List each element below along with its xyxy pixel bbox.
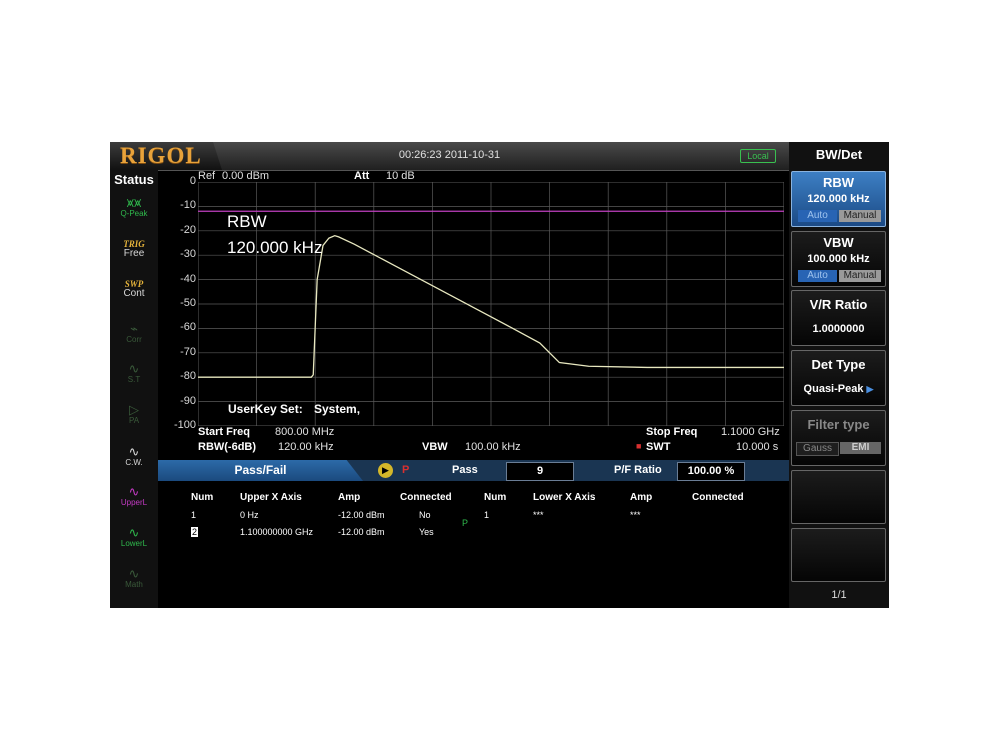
swt-label: SWT <box>646 441 671 453</box>
tracking-wave-icon: ∿ <box>128 361 140 376</box>
filter-type-softkey[interactable]: Filter type Gauss EMI <box>791 410 886 466</box>
col-upper-connected: Connected <box>400 492 452 503</box>
upper-row-2-num[interactable]: 2 <box>191 527 199 537</box>
vbw-softkey[interactable]: VBW 100.000 kHz Auto Manual <box>791 231 886 287</box>
lower-row-1-x[interactable]: *** <box>533 510 544 520</box>
pf-ratio-label: P/F Ratio <box>614 464 662 476</box>
status-detector: ⩙⩙ Q-Peak <box>110 196 158 218</box>
pass-fail-marker: P <box>402 464 410 476</box>
upper-row-2-connected[interactable]: Yes <box>419 527 434 537</box>
lower-limit-wave-icon: ∿ <box>128 525 140 540</box>
blank-softkey-1[interactable] <box>791 470 886 524</box>
date-time: 00:26:23 2011-10-31 <box>398 149 501 161</box>
y-tick-label: -80 <box>180 370 196 383</box>
upper-row-2-x[interactable]: 1.100000000 GHz <box>240 527 313 537</box>
upper-row-2-amp[interactable]: -12.00 dBm <box>338 527 385 537</box>
y-tick-label: -10 <box>180 199 196 212</box>
swt-value: 10.000 s <box>736 441 779 453</box>
top-bar: RIGOL 00:26:23 2011-10-31 Local <box>110 142 789 171</box>
lower-row-1-num[interactable]: 1 <box>484 510 489 520</box>
rbw-auto-option[interactable]: Auto <box>798 210 837 222</box>
rbw-overlay-label: RBW <box>227 212 267 231</box>
upper-limit-wave-icon: ∿ <box>128 484 140 499</box>
local-indicator: Local <box>740 149 776 163</box>
col-upper-amp: Amp <box>338 492 361 503</box>
filter-emi-option[interactable]: EMI <box>840 442 881 454</box>
col-lower-num: Num <box>484 492 507 503</box>
softkey-panel: BW/Det RBW 120.000 kHz Auto Manual VBW 1… <box>789 142 889 608</box>
vr-ratio-softkey[interactable]: V/R Ratio 1.0000000 <box>791 290 886 346</box>
filter-gauss-option[interactable]: Gauss <box>796 442 839 456</box>
cw-wave-icon: ∿ <box>128 444 140 459</box>
status-math: ∿ Math <box>110 567 158 589</box>
upper-row-1-num[interactable]: 1 <box>191 510 196 520</box>
start-freq-value: 800.00 MHz <box>275 426 335 438</box>
status-column: Status ⩙⩙ Q-Peak TRIG Free SWP Cont ⌁ Co… <box>110 170 158 608</box>
userkey-label: UserKey Set: <box>228 402 303 416</box>
y-tick-label: -60 <box>180 321 196 334</box>
ref-value: 0.00 dBm <box>222 170 270 182</box>
col-lower-x: Lower X Axis <box>533 492 596 503</box>
y-tick-label: -50 <box>180 297 196 309</box>
status-cw: ∿ C.W. <box>110 445 158 467</box>
correction-icon: ⌁ <box>130 321 138 336</box>
upper-row-1-amp[interactable]: -12.00 dBm <box>338 510 385 520</box>
col-lower-connected: Connected <box>692 492 744 503</box>
pass-fail-title: Pass/Fail <box>158 460 363 481</box>
pass-label: Pass <box>452 464 478 476</box>
analyzer-screen: RIGOL 00:26:23 2011-10-31 Local Status ⩙… <box>110 142 889 608</box>
status-lower-limit: ∿ LowerL <box>110 526 158 548</box>
detector-waveform-icon: ⩙⩙ <box>126 195 142 210</box>
vbw-manual-option[interactable]: Manual <box>839 270 881 282</box>
rbw6-label: RBW(-6dB) <box>198 441 257 453</box>
rbw6-value: 120.00 kHz <box>278 441 334 453</box>
blank-softkey-2[interactable] <box>791 528 886 582</box>
y-tick-label: -90 <box>180 394 196 407</box>
ref-label: Ref <box>198 170 216 182</box>
det-type-softkey[interactable]: Det Type Quasi-Peak ▶ <box>791 350 886 406</box>
status-upper-limit: ∿ UpperL <box>110 485 158 507</box>
pf-ratio-value: 100.00 % <box>677 462 745 481</box>
status-trigger: TRIG Free <box>123 239 145 259</box>
col-upper-x: Upper X Axis <box>240 492 302 503</box>
swt-marker-icon: ■ <box>636 441 642 451</box>
vbw-auto-option[interactable]: Auto <box>798 270 837 282</box>
math-wave-icon: ∿ <box>128 566 140 581</box>
vbw-value: 100.00 kHz <box>465 441 521 453</box>
y-tick-label: -30 <box>180 248 196 261</box>
att-label: Att <box>354 170 370 182</box>
rbw-overlay-value: 120.000 kHz <box>227 238 323 257</box>
status-tracking: ∿ S.T <box>110 362 158 384</box>
y-tick-label: -20 <box>180 223 196 236</box>
upper-row-1-connected[interactable]: No <box>419 510 431 520</box>
stop-freq-label: Stop Freq <box>646 426 698 438</box>
y-tick-label: -70 <box>180 345 196 358</box>
status-title: Status <box>114 172 154 187</box>
y-tick-label: -40 <box>180 272 196 285</box>
page-indicator: 1/1 <box>831 589 847 601</box>
start-freq-label: Start Freq <box>198 426 250 438</box>
upper-row-1-x[interactable]: 0 Hz <box>240 510 259 520</box>
spectrum-plot <box>198 182 784 426</box>
att-value: 10 dB <box>386 170 415 182</box>
status-correction: ⌁ Corr <box>110 322 158 344</box>
col-upper-num: Num <box>191 492 214 503</box>
y-tick-label: 0 <box>189 175 196 187</box>
lower-row-1-amp[interactable]: *** <box>630 510 641 520</box>
mid-pass-marker: P <box>462 518 469 528</box>
userkey-value: System, <box>314 402 361 416</box>
y-tick-label: -100 <box>173 419 196 431</box>
play-icon[interactable]: ▶ <box>378 463 393 478</box>
stop-freq-value: 1.1000 GHz <box>721 426 780 438</box>
preamp-icon: ▷ <box>129 402 139 417</box>
col-lower-amp: Amp <box>630 492 653 503</box>
submenu-arrow-icon: ▶ <box>866 384 874 394</box>
rbw-manual-option[interactable]: Manual <box>839 210 881 222</box>
vbw-label: VBW <box>422 441 448 453</box>
pass-count: 9 <box>506 462 574 481</box>
rbw-softkey[interactable]: RBW 120.000 kHz Auto Manual <box>791 171 886 227</box>
menu-title: BW/Det <box>815 147 863 162</box>
status-preamp: ▷ PA <box>110 403 158 425</box>
status-sweep: SWP Cont <box>123 279 145 299</box>
